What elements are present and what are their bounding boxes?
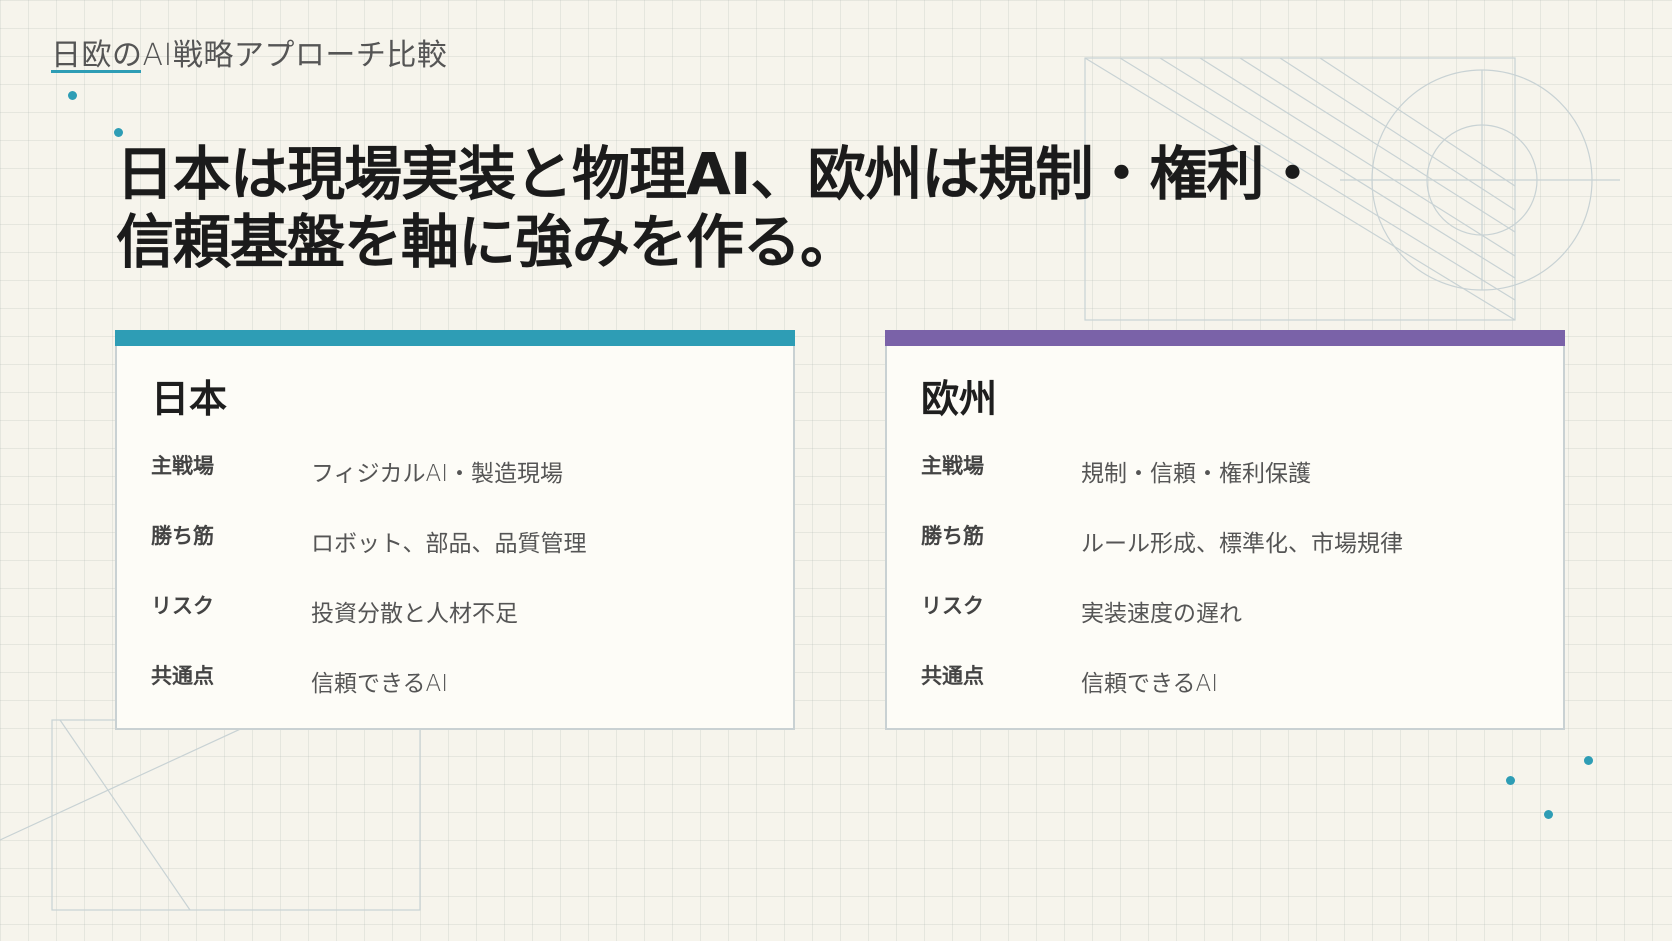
row-label: 共通点: [921, 664, 984, 688]
card-row-winning-path: 勝ち筋 ルール形成、標準化、市場規律: [921, 520, 1543, 560]
row-value: 信頼できるAI: [311, 671, 449, 697]
japan-card: 日本 主戦場 フィジカルAI・製造現場 勝ち筋 ロボット、部品、品質管理 リスク…: [115, 330, 795, 730]
card-row-common-ground: 共通点 信頼できるAI: [151, 660, 773, 700]
row-value: ルール形成、標準化、市場規律: [1081, 531, 1403, 557]
card-row-risk: リスク 実装速度の遅れ: [921, 590, 1543, 630]
row-value: 信頼できるAI: [1081, 671, 1219, 697]
card-row-main-field: 主戦場 フィジカルAI・製造現場: [151, 450, 773, 490]
card-title: 欧州: [921, 377, 998, 421]
card-row-winning-path: 勝ち筋 ロボット、部品、品質管理: [151, 520, 773, 560]
row-label: リスク: [921, 594, 984, 618]
row-label: 主戦場: [921, 454, 984, 478]
row-value: 投資分散と人材不足: [311, 601, 518, 627]
row-label: 勝ち筋: [151, 524, 214, 548]
decor-dot: [1584, 756, 1593, 765]
row-label: リスク: [151, 594, 214, 618]
row-label: 勝ち筋: [921, 524, 984, 548]
section-eyebrow: 日欧のAI戦略アプローチ比較: [51, 38, 448, 73]
headline-line-1: 日本は現場実装と物理AI、欧州は規制・権利・: [116, 140, 1321, 208]
row-value: 実装速度の遅れ: [1081, 601, 1242, 627]
decor-dot: [68, 91, 77, 100]
row-value: ロボット、部品、品質管理: [311, 531, 587, 557]
decor-dot: [1506, 776, 1515, 785]
row-value: 規制・信頼・権利保護: [1081, 461, 1311, 487]
headline-line-2: 信頼基盤を軸に強みを作る。: [116, 208, 858, 276]
card-row-main-field: 主戦場 規制・信頼・権利保護: [921, 450, 1543, 490]
slide-headline: 日本は現場実装と物理AI、欧州は規制・権利・ 信頼基盤を軸に強みを作る。: [116, 140, 1416, 276]
card-accent-bar: [115, 330, 795, 346]
row-label: 共通点: [151, 664, 214, 688]
card-title: 日本: [151, 377, 228, 421]
europe-card: 欧州 主戦場 規制・信頼・権利保護 勝ち筋 ルール形成、標準化、市場規律 リスク…: [885, 330, 1565, 730]
row-label: 主戦場: [151, 454, 214, 478]
eyebrow-underline: [51, 70, 141, 73]
row-value: フィジカルAI・製造現場: [311, 461, 564, 487]
card-accent-bar: [885, 330, 1565, 346]
decor-dot: [114, 128, 123, 137]
decor-dot: [1544, 810, 1553, 819]
card-row-common-ground: 共通点 信頼できるAI: [921, 660, 1543, 700]
card-row-risk: リスク 投資分散と人材不足: [151, 590, 773, 630]
